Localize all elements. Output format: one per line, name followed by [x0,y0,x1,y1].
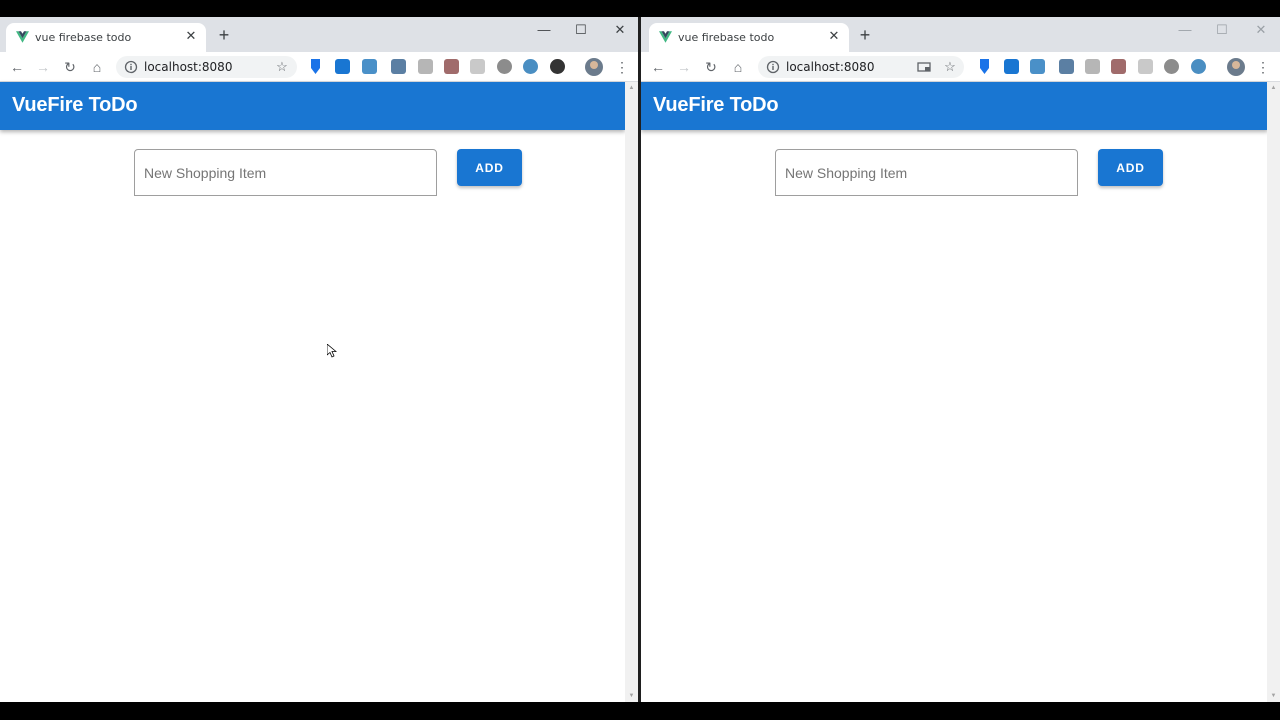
vue-logo-icon [659,31,672,43]
app-bar: VueFire ToDo [641,82,1268,130]
url-text: localhost:8080 [144,60,233,74]
address-bar[interactable]: localhost:8080 ☆ [116,56,297,78]
scrollbar[interactable]: ▲ ▼ [625,82,638,702]
home-button[interactable]: ⌂ [88,58,106,76]
maximize-window-button[interactable]: ☐ [567,19,595,41]
extension-calendar-icon[interactable] [1111,59,1126,74]
site-info-icon[interactable] [766,60,780,74]
extension-flag-icon[interactable] [980,59,989,74]
new-tab-button[interactable]: + [856,26,874,44]
tab-title: vue firebase todo [678,31,775,44]
browser-tab[interactable]: vue firebase todo ✕ [649,23,849,52]
profile-avatar[interactable] [1227,58,1245,76]
cast-icon[interactable] [916,59,932,75]
browser-toolbar: ← → ↻ ⌂ localhost:8080 ☆ ⋮ [641,52,1280,82]
extension-pen-icon[interactable] [1059,59,1074,74]
minimize-window-button[interactable]: — [530,19,558,41]
extension-users-icon[interactable] [418,59,433,74]
app-title: VueFire ToDo [653,94,779,116]
home-button[interactable]: ⌂ [729,58,747,76]
extension-box-icon[interactable] [362,59,377,74]
bookmark-star-icon[interactable]: ☆ [942,59,958,75]
extension-pen-icon[interactable] [391,59,406,74]
left-browser-window: vue firebase todo ✕ + — ☐ ✕ ← → ↻ ⌂ loca… [0,17,638,702]
new-item-input[interactable] [134,149,437,196]
browser-tab[interactable]: vue firebase todo ✕ [6,23,206,52]
page-viewport: VueFire ToDo ADD ▲ ▼ [0,82,638,702]
scrollbar[interactable]: ▲ ▼ [1267,82,1280,702]
scroll-up-arrow-icon[interactable]: ▲ [628,85,635,91]
new-item-input[interactable] [775,149,1078,196]
extension-flag-icon[interactable] [311,59,320,74]
extension-chart-icon[interactable] [335,59,350,74]
tab-strip: vue firebase todo ✕ + — ☐ ✕ [0,17,638,52]
mouse-cursor-icon [327,344,337,358]
right-browser-window: vue firebase todo ✕ + — ☐ ✕ ← → ↻ ⌂ loca… [641,17,1280,702]
tab-close-icon[interactable]: ✕ [183,28,199,44]
browser-menu-icon[interactable]: ⋮ [1256,58,1270,76]
extension-globe-icon[interactable] [523,59,538,74]
site-info-icon[interactable] [124,60,138,74]
tab-title: vue firebase todo [35,31,132,44]
close-window-button[interactable]: ✕ [606,19,634,41]
forward-button[interactable]: → [34,58,52,76]
address-bar[interactable]: localhost:8080 ☆ [758,56,964,78]
scroll-up-arrow-icon[interactable]: ▲ [1270,85,1277,91]
add-button[interactable]: ADD [1098,149,1163,186]
maximize-window-button[interactable]: ☐ [1208,19,1236,41]
minimize-window-button[interactable]: — [1171,19,1199,41]
extension-chart-icon[interactable] [1004,59,1019,74]
bookmark-star-icon[interactable]: ☆ [274,59,290,75]
reload-button[interactable]: ↻ [61,58,79,76]
extension-globe-icon[interactable] [1191,59,1206,74]
vue-logo-icon [16,31,29,43]
scroll-down-arrow-icon[interactable]: ▼ [1270,693,1277,699]
profile-avatar[interactable] [585,58,603,76]
back-button[interactable]: ← [649,58,667,76]
tab-close-icon[interactable]: ✕ [826,28,842,44]
desktop: vue firebase todo ✕ + — ☐ ✕ ← → ↻ ⌂ loca… [0,0,1280,720]
browser-toolbar: ← → ↻ ⌂ localhost:8080 ☆ ⋮ [0,52,638,82]
extension-box-icon[interactable] [1030,59,1045,74]
tab-strip: vue firebase todo ✕ + — ☐ ✕ [641,17,1280,52]
new-tab-button[interactable]: + [215,26,233,44]
app-bar: VueFire ToDo [0,82,625,130]
extension-grid-icon[interactable] [1138,59,1153,74]
reload-button[interactable]: ↻ [702,58,720,76]
extension-circle-icon[interactable] [1164,59,1179,74]
extension-k-icon[interactable] [550,59,565,74]
scroll-down-arrow-icon[interactable]: ▼ [628,693,635,699]
forward-button[interactable]: → [675,58,693,76]
extension-grid-icon[interactable] [470,59,485,74]
url-text: localhost:8080 [786,60,875,74]
browser-menu-icon[interactable]: ⋮ [615,58,629,76]
add-button[interactable]: ADD [457,149,522,186]
extension-calendar-icon[interactable] [444,59,459,74]
extension-users-icon[interactable] [1085,59,1100,74]
back-button[interactable]: ← [8,58,26,76]
app-title: VueFire ToDo [12,94,138,116]
close-window-button[interactable]: ✕ [1247,19,1275,41]
extension-circle-icon[interactable] [497,59,512,74]
page-viewport: VueFire ToDo ADD ▲ ▼ [641,82,1280,702]
